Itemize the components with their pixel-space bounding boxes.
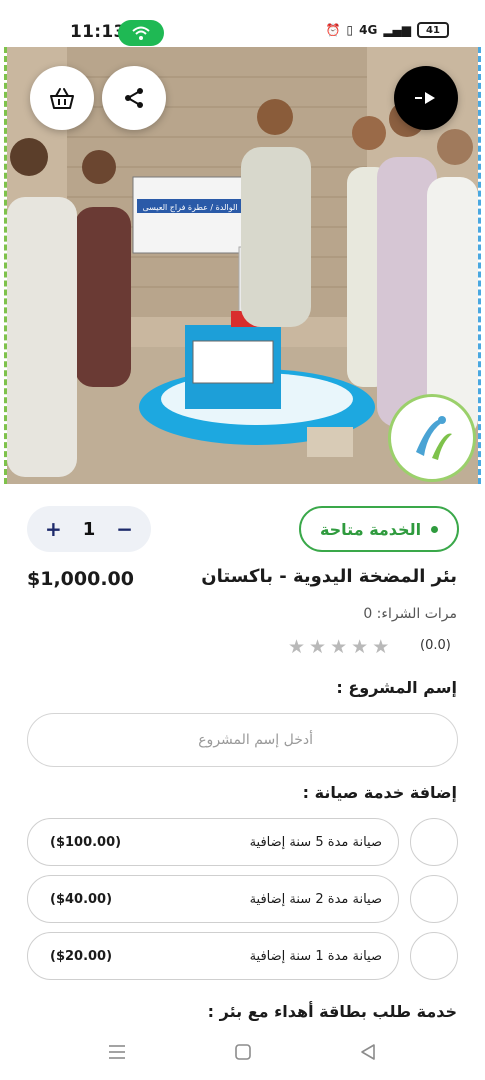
maintenance-option-radio[interactable] (410, 932, 458, 980)
maintenance-option-box[interactable]: ($40.00) صيانة مدة 2 سنة إضافية (27, 875, 399, 923)
maintenance-option-box[interactable]: ($100.00) صيانة مدة 5 سنة إضافية (27, 818, 399, 866)
play-icon (415, 92, 435, 104)
product-title: بئر المضخة اليدوية - باكستان (201, 566, 457, 587)
maintenance-option[interactable]: ($20.00) صيانة مدة 1 سنة إضافية (27, 932, 458, 984)
signal-icon: ▂▄▆ (383, 23, 411, 37)
maintenance-option[interactable]: ($100.00) صيانة مدة 5 سنة إضافية (27, 818, 458, 870)
star-icon: ★ (309, 636, 327, 658)
network-label: 4G (359, 23, 378, 37)
maintenance-option-price: ($40.00) (50, 891, 113, 907)
vibrate-icon: ▯ (346, 23, 354, 37)
product-price: $1,000.00 (27, 568, 134, 590)
rating-value: (0.0) (420, 638, 451, 653)
home-icon[interactable] (234, 1043, 252, 1065)
gift-card-label: خدمة طلب بطاقة أهداء مع بئر : (207, 1002, 457, 1021)
charity-logo (388, 394, 476, 482)
status-bar: 11:13 ⏰ ▯ 4G ▂▄▆ 41 (0, 0, 485, 46)
maintenance-option-name: صيانة مدة 5 سنة إضافية (249, 834, 382, 850)
maintenance-option-box[interactable]: ($20.00) صيانة مدة 1 سنة إضافية (27, 932, 399, 980)
share-icon (125, 88, 143, 108)
service-status-badge: الخدمة متاحة (299, 506, 459, 552)
maintenance-option[interactable]: ($40.00) صيانة مدة 2 سنة إضافية (27, 875, 458, 927)
project-name-label: إسم المشروع : (336, 678, 457, 697)
maintenance-option-name: صيانة مدة 2 سنة إضافية (249, 891, 382, 907)
sign-text: الوالدة / عطرة فراج العيسى (142, 203, 237, 212)
star-icon: ★ (330, 636, 348, 658)
project-name-input[interactable]: أدخل إسم المشروع (27, 713, 458, 767)
purchase-count: مرات الشراء: 0 (363, 606, 457, 622)
share-button[interactable] (102, 66, 166, 130)
project-name-placeholder: أدخل إسم المشروع (198, 732, 313, 748)
star-icon: ★ (351, 636, 369, 658)
basket-button[interactable] (30, 66, 94, 130)
quantity-stepper: + 1 − (27, 506, 151, 552)
video-play-button[interactable] (394, 66, 458, 130)
service-status-text: الخدمة متاحة (319, 519, 422, 539)
product-image[interactable]: الوالدة / عطرة فراج العيسى (4, 47, 481, 484)
status-icons: ⏰ ▯ 4G ▂▄▆ 41 (326, 22, 449, 38)
battery-icon: 41 (417, 22, 449, 38)
maintenance-option-radio[interactable] (410, 875, 458, 923)
menu-icon[interactable] (108, 1044, 126, 1064)
maintenance-option-name: صيانة مدة 1 سنة إضافية (249, 948, 382, 964)
star-icon: ★ (288, 636, 306, 658)
wifi-icon (118, 20, 164, 46)
charity-logo-icon (416, 416, 452, 460)
maintenance-option-radio[interactable] (410, 818, 458, 866)
qty-value: 1 (82, 518, 96, 540)
alarm-icon: ⏰ (325, 23, 341, 37)
back-icon[interactable] (359, 1043, 377, 1065)
rating-stars: ★ ★ ★ ★ ★ (288, 636, 389, 658)
basket-icon (50, 88, 74, 109)
maintenance-option-price: ($20.00) (50, 948, 113, 964)
maintenance-option-price: ($100.00) (50, 834, 122, 850)
star-icon: ★ (372, 636, 390, 658)
qty-decrease-button[interactable]: − (116, 517, 133, 541)
status-dot (431, 525, 439, 533)
system-nav-bar (0, 1028, 485, 1080)
maintenance-label: إضافة خدمة صيانة : (302, 783, 457, 802)
qty-increase-button[interactable]: + (45, 517, 62, 541)
